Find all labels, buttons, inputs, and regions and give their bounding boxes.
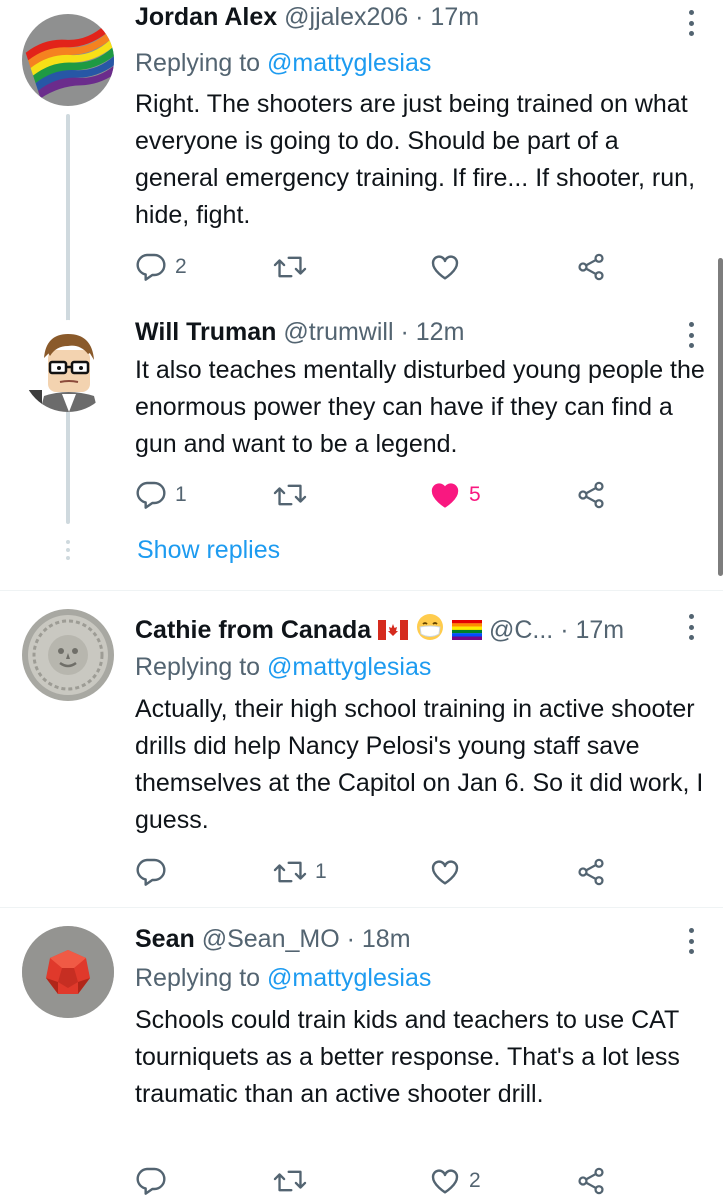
like-icon [431,860,459,885]
tweet-will-truman[interactable]: Will Truman @trumwill · 12m It also teac… [0,300,723,590]
like-icon [431,255,459,280]
avatar-sean[interactable] [22,926,114,1018]
more-icon[interactable] [687,10,695,36]
share-icon [578,858,604,886]
more-icon[interactable] [687,322,695,348]
replying-label: Replying to [135,964,261,992]
reply-button[interactable]: 1 [135,478,187,512]
tweet-actions: 2 [135,250,615,284]
replying-label: Replying to [135,653,261,681]
more-icon[interactable] [687,614,695,640]
retweet-button[interactable] [273,478,315,512]
reply-icon [136,1167,166,1195]
display-name[interactable]: Jordan Alex [135,3,277,31]
replying-label: Replying to [135,49,261,77]
thread-continuation-dots [66,540,70,564]
tweet-text: Right. The shooters are just being train… [135,90,696,229]
retweet-icon [273,1170,307,1192]
tweet-header: Cathie from Canada @C... · 17m [135,612,683,646]
retweet-count: 1 [315,860,327,883]
retweet-button[interactable] [273,250,315,284]
tweet-header: Sean @Sean_MO · 18m [135,922,683,956]
reply-count: 1 [175,483,187,506]
mention-link[interactable]: @mattyglesias [267,49,431,77]
replying-to: Replying to @mattyglesias [135,46,431,80]
replying-to: Replying to @mattyglesias [135,961,431,995]
share-icon [578,481,604,509]
timestamp[interactable]: · 17m [415,3,479,31]
retweet-icon [273,256,307,278]
user-handle[interactable]: @C... [489,616,553,644]
share-icon [578,253,604,281]
like-button[interactable] [429,250,469,284]
tweet-header: Will Truman @trumwill · 12m [135,315,683,349]
avatar-will-truman[interactable] [22,320,114,412]
like-count: 5 [469,483,481,506]
retweet-icon [273,861,307,883]
rainbow-flag-icon [452,615,483,647]
user-handle[interactable]: @jjalex206 [284,3,408,31]
canada-flag-icon [378,615,409,647]
share-button[interactable] [575,855,607,889]
retweet-icon [273,484,307,506]
share-button[interactable] [575,478,607,512]
reply-count: 2 [175,255,187,278]
share-button[interactable] [575,250,607,284]
like-button[interactable]: 5 [429,478,481,512]
timestamp[interactable]: · 18m [347,925,411,953]
tweet-jordan-alex[interactable]: Jordan Alex @jjalex206 · 17m Replying to… [0,0,723,524]
user-handle[interactable]: @Sean_MO [202,925,340,953]
tweet-actions: 2 [135,1164,615,1198]
more-icon[interactable] [687,928,695,954]
show-replies-link[interactable]: Show replies [137,533,280,567]
tweet-text: It also teaches mentally disturbed young… [135,356,705,458]
like-button[interactable] [429,855,469,889]
like-button[interactable]: 2 [429,1164,481,1198]
tweet-text: Schools could train kids and teachers to… [135,1006,680,1108]
like-icon [431,483,459,508]
tweet-sean[interactable]: Sean @Sean_MO · 18m Replying to @mattygl… [0,908,723,1200]
timestamp[interactable]: · 17m [560,616,624,644]
display-name[interactable]: Sean [135,925,195,953]
tweet-text: Actually, their high school training in … [135,695,704,834]
avatar-jordan-alex[interactable] [22,14,114,106]
mask-face-icon [415,612,445,646]
scrollbar[interactable] [718,258,723,576]
retweet-button[interactable] [273,1164,315,1198]
display-name[interactable]: Cathie from Canada [135,616,371,644]
share-button[interactable] [575,1164,607,1198]
tweet-actions: 1 5 [135,478,615,512]
share-icon [578,1167,604,1195]
tweet-header: Jordan Alex @jjalex206 · 17m [135,0,683,34]
reply-icon [136,481,166,509]
like-count: 2 [469,1169,481,1192]
user-handle[interactable]: @trumwill [283,318,393,346]
avatar-cathie-from-canada[interactable] [22,609,114,701]
reply-button[interactable] [135,1164,175,1198]
display-name[interactable]: Will Truman [135,318,276,346]
reply-button[interactable]: 2 [135,250,187,284]
reply-button[interactable] [135,855,175,889]
retweet-button[interactable]: 1 [273,855,327,889]
replying-to: Replying to @mattyglesias [135,650,431,684]
tweet-actions: 1 [135,855,615,889]
like-icon [431,1169,459,1194]
mention-link[interactable]: @mattyglesias [267,653,431,681]
reply-icon [136,253,166,281]
mention-link[interactable]: @mattyglesias [267,964,431,992]
timestamp[interactable]: · 12m [400,318,464,346]
tweet-cathie-from-canada[interactable]: Cathie from Canada @C... · 17m Replying … [0,591,723,907]
reply-icon [136,858,166,886]
